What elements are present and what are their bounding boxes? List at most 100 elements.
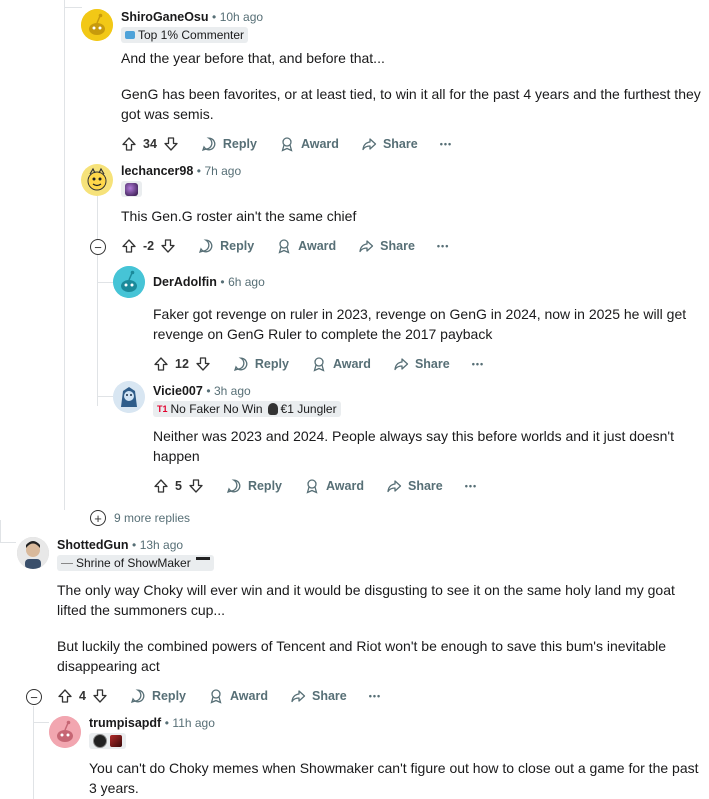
- author-name[interactable]: DerAdolfin: [153, 275, 217, 289]
- share-button[interactable]: Share: [361, 136, 418, 152]
- collapse-thread-button[interactable]: −: [90, 239, 106, 255]
- award-label: Award: [300, 137, 339, 151]
- downvote-icon[interactable]: [160, 238, 176, 254]
- comment-time: 3h ago: [214, 384, 251, 398]
- comment-author[interactable]: lechancer98 • 7h ago: [121, 164, 241, 178]
- award-icon: [281, 137, 293, 152]
- snoo-avatar-icon: [113, 266, 145, 298]
- jungler-emblem-icon: [267, 403, 278, 415]
- award-label: Award: [332, 357, 371, 371]
- upvote-icon[interactable]: [153, 478, 169, 494]
- comment-time: 7h ago: [204, 164, 242, 178]
- comment-author[interactable]: ShottedGun • 13h ago: [57, 538, 183, 552]
- collapse-thread-button[interactable]: −: [26, 689, 42, 705]
- vote-score: 12: [175, 357, 189, 371]
- author-name[interactable]: trumpisapdf: [89, 716, 161, 730]
- award-label: Award: [298, 239, 337, 253]
- award-label: Award: [326, 479, 364, 493]
- comment-paragraph: The only way Choky will ever win and it …: [57, 582, 675, 618]
- comment-paragraph: This Gen.G roster ain't the same chief: [121, 208, 357, 224]
- user-flair: T1 No Faker No Win €1 Jungler: [153, 401, 341, 417]
- comment-author[interactable]: DerAdolfin • 6h ago: [153, 275, 265, 289]
- more-replies-label: 9 more replies: [114, 511, 191, 525]
- reply-icon: [199, 239, 213, 253]
- award-button[interactable]: Award: [276, 238, 336, 254]
- share-button[interactable]: Share: [386, 478, 443, 494]
- avatar[interactable]: [17, 537, 49, 569]
- share-button[interactable]: Share: [393, 356, 450, 372]
- award-button[interactable]: Award: [311, 356, 371, 372]
- vote-group: 34: [121, 136, 179, 152]
- award-button[interactable]: Award: [304, 478, 364, 494]
- comment-author[interactable]: trumpisapdf • 11h ago: [89, 716, 215, 730]
- reply-button[interactable]: Reply: [233, 356, 289, 372]
- comment-author[interactable]: Vicie007 • 3h ago: [153, 384, 251, 398]
- upvote-icon[interactable]: [153, 356, 169, 372]
- thread-line: [0, 520, 1, 542]
- author-name[interactable]: ShottedGun: [57, 538, 129, 552]
- comment-author[interactable]: ShiroGaneOsu • 10h ago: [121, 10, 263, 24]
- author-name[interactable]: ShiroGaneOsu: [121, 10, 209, 24]
- more-options-icon[interactable]: •••: [465, 481, 477, 491]
- reply-button[interactable]: Reply: [226, 478, 282, 494]
- thread-line: [64, 7, 82, 8]
- vote-group: 4: [57, 688, 108, 704]
- comment-paragraph: GenG has been favorites, or at least tie…: [121, 86, 701, 122]
- reply-button[interactable]: Reply: [198, 238, 254, 254]
- award-button[interactable]: Award: [279, 136, 339, 152]
- more-options-icon[interactable]: •••: [472, 359, 484, 369]
- upvote-icon[interactable]: [57, 688, 73, 704]
- author-name[interactable]: lechancer98: [121, 164, 193, 178]
- upvote-icon[interactable]: [121, 238, 137, 254]
- downvote-icon[interactable]: [188, 478, 204, 494]
- comment-paragraph: Faker got revenge on ruler in 2023, reve…: [153, 306, 687, 342]
- thread-line: [0, 542, 16, 543]
- comment-time: 13h ago: [139, 538, 184, 552]
- user-avatar-icon: [17, 537, 49, 569]
- downvote-icon[interactable]: [195, 356, 211, 372]
- user-flair: Shrine of ShowMaker: [57, 555, 214, 571]
- share-icon: [291, 690, 306, 703]
- flair-text: No Faker No Win: [170, 402, 263, 416]
- reply-button[interactable]: Reply: [201, 136, 257, 152]
- author-name[interactable]: Vicie007: [153, 384, 203, 398]
- user-flair: [121, 181, 142, 197]
- avatar[interactable]: [113, 381, 145, 413]
- share-button[interactable]: Share: [290, 688, 347, 704]
- vote-group: -2: [121, 238, 176, 254]
- flair-text: €1 Jungler: [280, 402, 337, 416]
- snoo-avatar-icon: [81, 9, 113, 41]
- more-options-icon[interactable]: •••: [440, 139, 452, 149]
- avatar[interactable]: [81, 164, 113, 196]
- user-avatar-icon: [81, 164, 113, 196]
- award-button[interactable]: Award: [208, 688, 268, 704]
- upvote-icon[interactable]: [121, 136, 137, 152]
- comment-body: Neither was 2023 and 2024. People always…: [153, 426, 693, 466]
- award-icon: [313, 357, 325, 372]
- avatar[interactable]: [81, 9, 113, 41]
- downvote-icon[interactable]: [92, 688, 108, 704]
- avatar[interactable]: [49, 716, 81, 748]
- share-label: Share: [414, 357, 450, 371]
- more-options-icon[interactable]: •••: [437, 241, 449, 251]
- reply-label: Reply: [222, 137, 257, 151]
- expand-icon: +: [90, 510, 106, 526]
- flair-divider-icon: [61, 562, 73, 564]
- thread-line: [97, 282, 113, 283]
- flair-emblem-icon: [110, 735, 122, 747]
- flair-emblem-icon: [125, 182, 138, 196]
- reply-label: Reply: [220, 239, 255, 253]
- action-bar: 12 Reply Award Share •••: [153, 354, 484, 374]
- avatar[interactable]: [113, 266, 145, 298]
- flair-emblem-icon: [93, 734, 107, 748]
- reply-icon: [233, 357, 248, 371]
- more-replies-link[interactable]: + 9 more replies: [90, 510, 190, 526]
- reply-button[interactable]: Reply: [130, 688, 186, 704]
- more-options-icon[interactable]: •••: [369, 691, 381, 701]
- reply-icon: [226, 479, 241, 493]
- downvote-icon[interactable]: [163, 136, 179, 152]
- share-button[interactable]: Share: [358, 238, 415, 254]
- vote-score: 5: [175, 479, 182, 493]
- user-flair: Top 1% Commenter: [121, 27, 249, 43]
- reply-label: Reply: [254, 357, 289, 371]
